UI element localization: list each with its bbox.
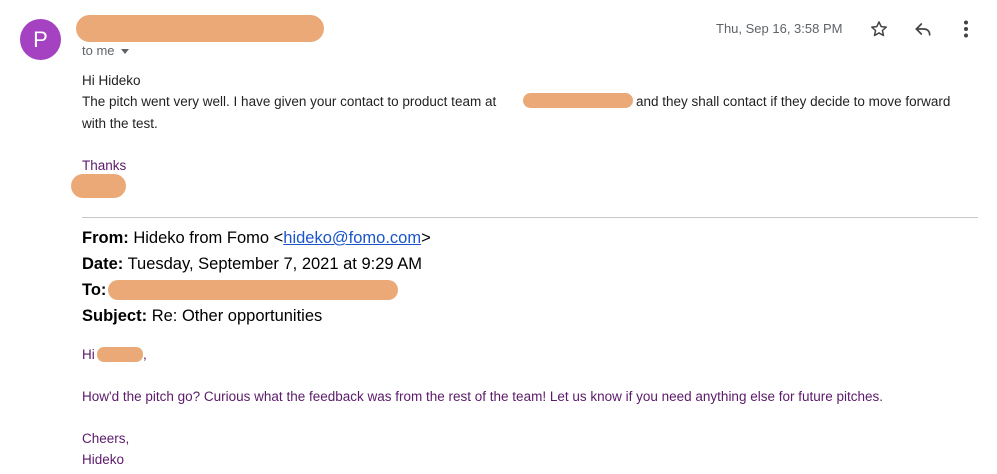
star-icon xyxy=(871,21,887,37)
reply-signoff: Thanks xyxy=(82,158,127,173)
quoted-closing: Cheers, xyxy=(82,431,130,446)
reply-line-1-end: and they shall contact if they decide to… xyxy=(636,94,951,109)
date-value: Tuesday, September 7, 2021 at 9:29 AM xyxy=(127,255,422,273)
quoted-greeting-end: , xyxy=(143,347,147,362)
timestamp: Thu, Sep 16, 3:58 PM xyxy=(716,21,843,36)
to-label: To: xyxy=(82,281,107,299)
from-label: From: xyxy=(82,229,129,247)
reply-icon xyxy=(915,23,931,36)
star-button[interactable] xyxy=(867,17,891,41)
sender-avatar[interactable]: P xyxy=(20,19,61,60)
to-address-redaction xyxy=(108,280,398,300)
quoted-date-line: Date: Tuesday, September 7, 2021 at 9:29… xyxy=(82,252,422,276)
sender-name-redaction xyxy=(76,15,324,42)
quoted-subject-line: Subject: Re: Other opportunities xyxy=(82,304,322,328)
greeting-name-redaction xyxy=(97,347,143,362)
date-label: Date: xyxy=(82,255,124,273)
quoted-message: How'd the pitch go? Curious what the fee… xyxy=(82,389,884,404)
company-redaction xyxy=(523,93,633,108)
email-view: P to me Thu, Sep 16, 3:58 PM Hi Hideko T… xyxy=(0,0,997,474)
reply-greeting: Hi Hideko xyxy=(82,73,141,88)
signature-redaction xyxy=(71,174,126,198)
recipient-label: to me xyxy=(82,43,115,58)
reply-line-1-start: The pitch went very well. I have given y… xyxy=(82,94,497,109)
quoted-from-line: From: Hideko from Fomo <hideko@fomo.com> xyxy=(82,226,431,250)
reply-button[interactable] xyxy=(911,17,935,41)
reply-line-2: with the test. xyxy=(82,116,158,131)
quoted-greeting-start: Hi xyxy=(82,347,95,362)
from-email-link[interactable]: hideko@fomo.com xyxy=(283,229,421,247)
more-options-button[interactable] xyxy=(954,17,978,41)
chevron-down-icon xyxy=(120,49,129,54)
quoted-to-line: To: xyxy=(82,278,106,302)
more-vert-icon xyxy=(964,20,968,38)
from-name: Hideko from Fomo < xyxy=(133,229,284,247)
recipient-details-toggle[interactable]: to me xyxy=(82,43,129,58)
quoted-sender: Hideko xyxy=(82,452,125,467)
quote-divider xyxy=(82,217,978,218)
from-close: > xyxy=(421,229,431,247)
subject-label: Subject: xyxy=(82,307,148,325)
avatar-letter: P xyxy=(33,27,48,52)
subject-value: Re: Other opportunities xyxy=(151,307,323,325)
reply-line-1: The pitch went very well. I have given y… xyxy=(82,91,496,112)
